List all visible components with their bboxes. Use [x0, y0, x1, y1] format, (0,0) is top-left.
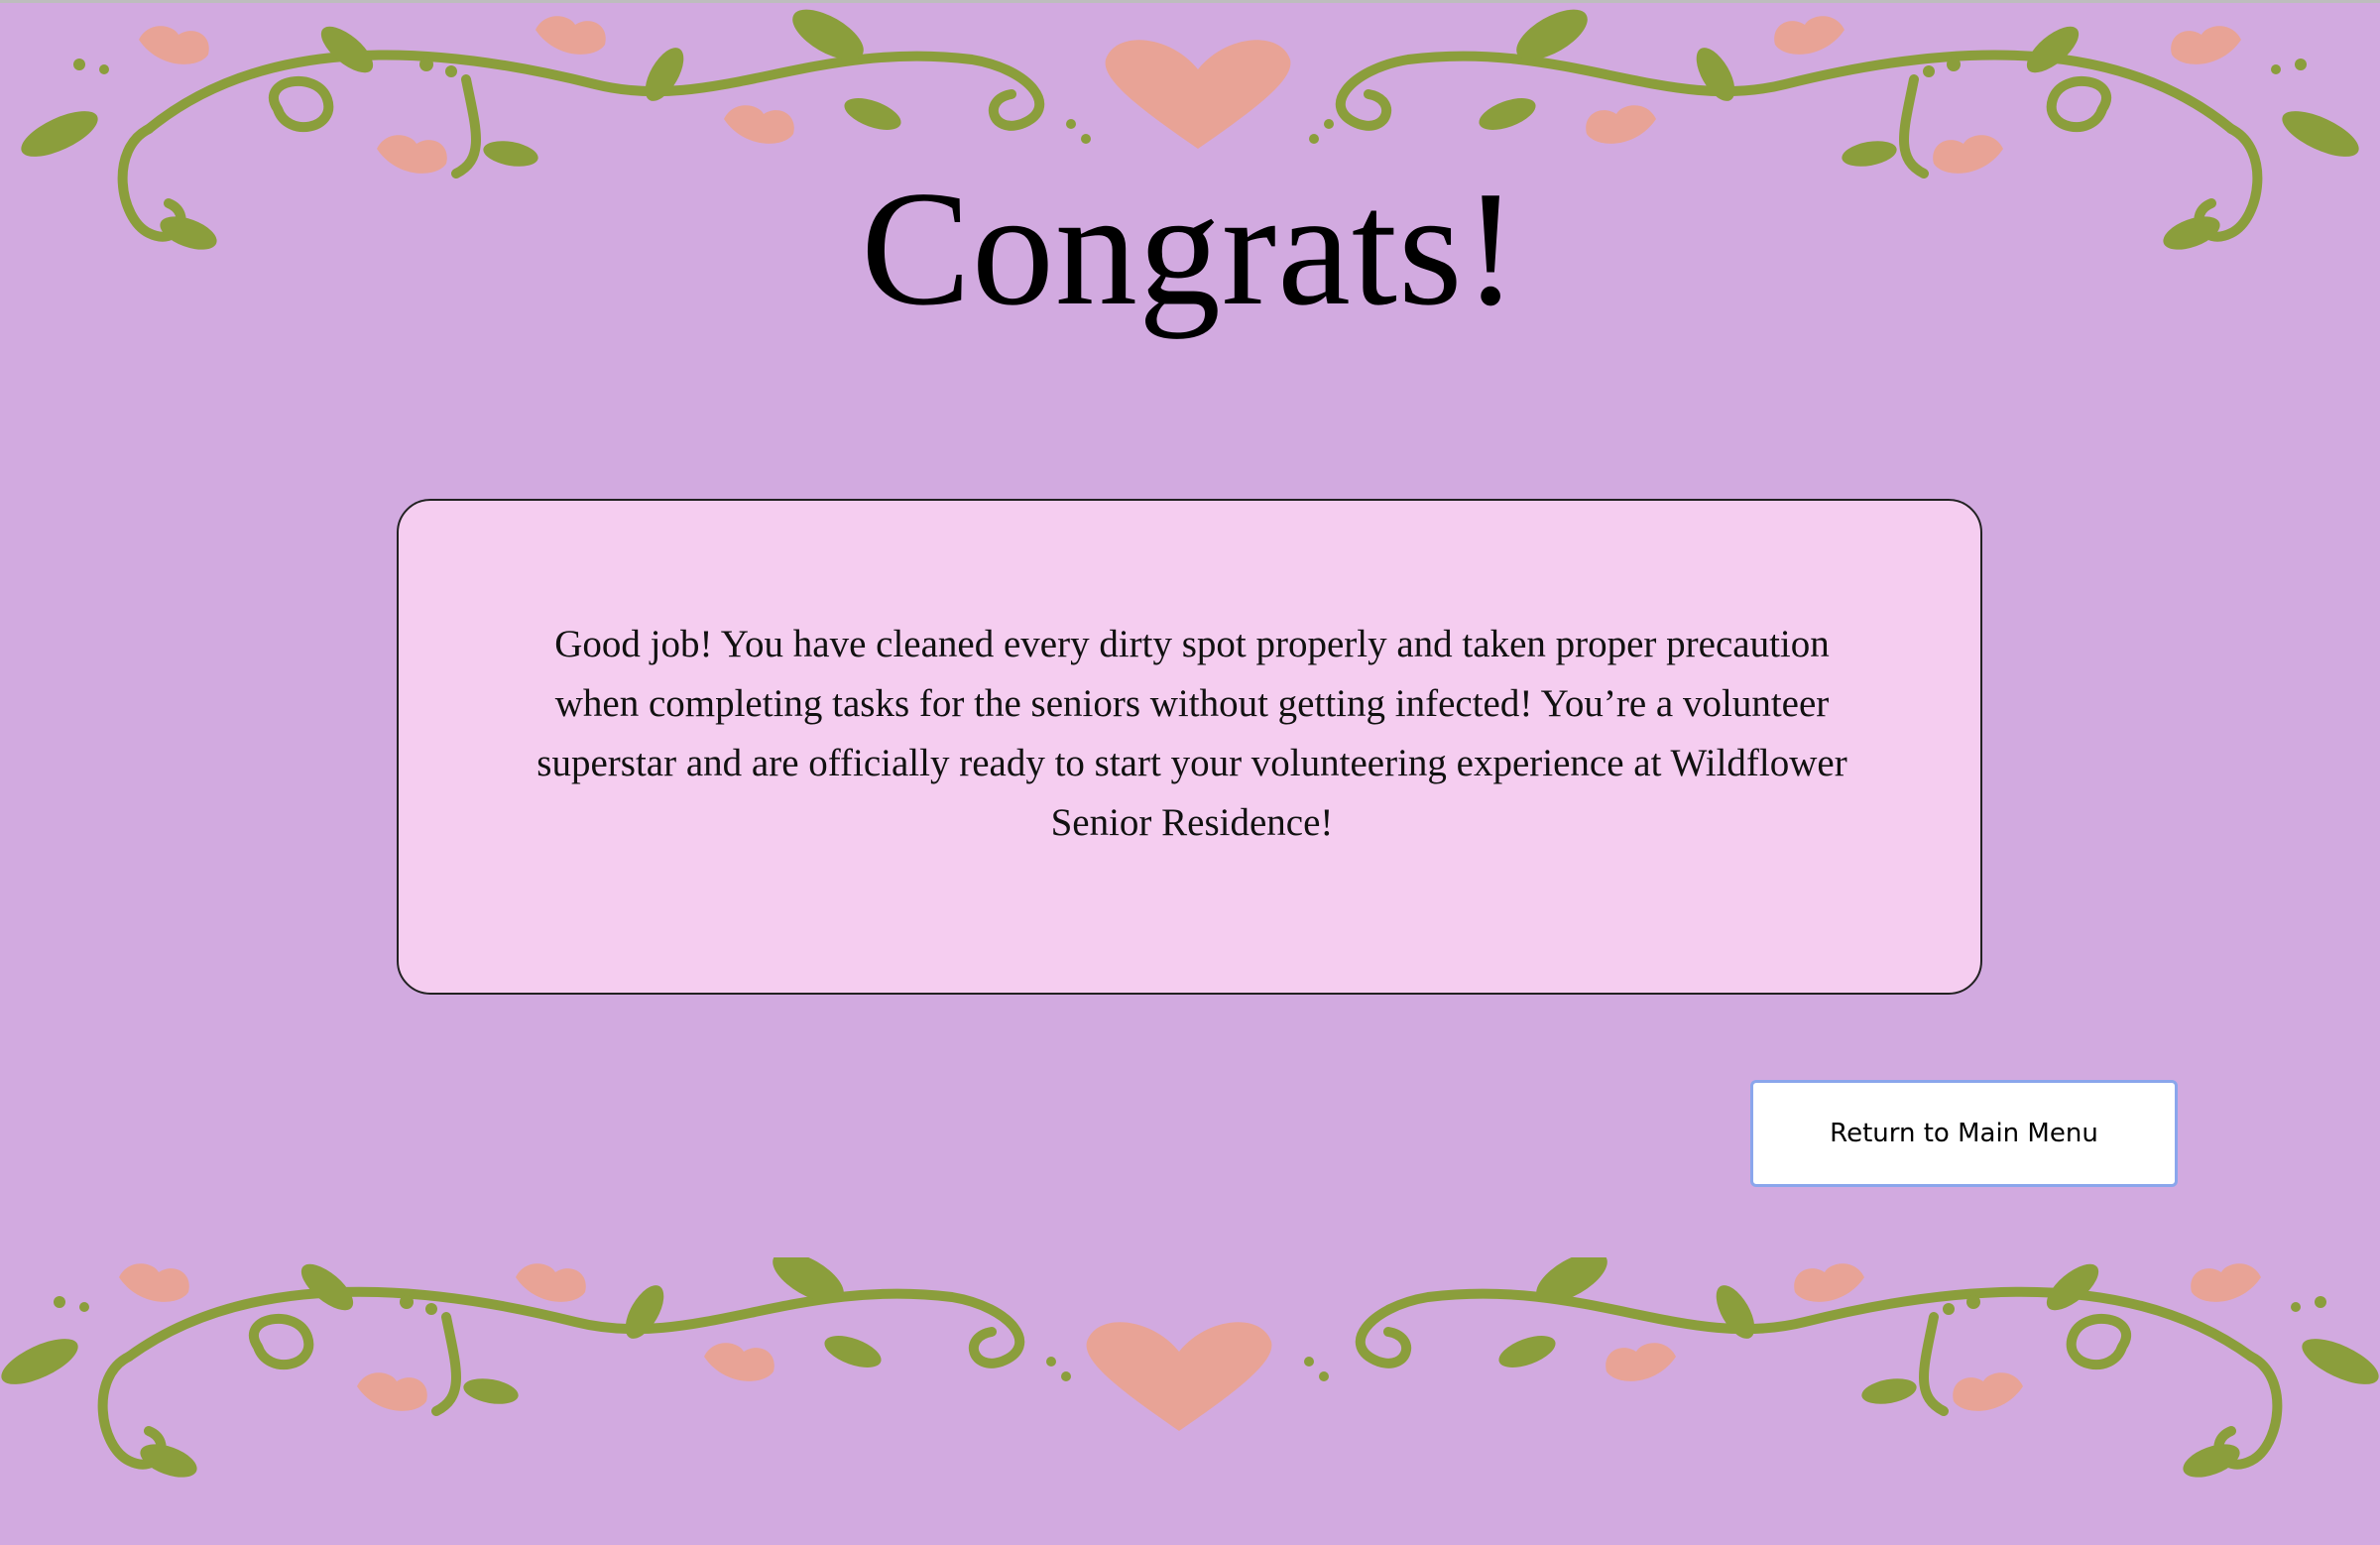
- message-card: Good job! You have cleaned every dirty s…: [397, 499, 1982, 995]
- return-to-main-menu-button[interactable]: Return to Main Menu: [1750, 1080, 2178, 1187]
- floral-border-bottom: [1, 1257, 2379, 1478]
- page-title: Congrats!: [861, 157, 1519, 339]
- congrats-message: Good job! You have cleaned every dirty s…: [536, 623, 1847, 844]
